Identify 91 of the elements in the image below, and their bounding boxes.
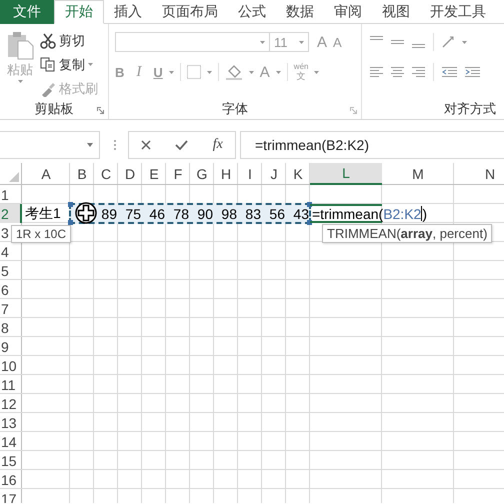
function-tooltip: TRIMMEAN(array, percent) (322, 224, 492, 243)
group-label: 字体 (222, 100, 248, 118)
caret-icon (299, 40, 304, 44)
column-header[interactable]: H (214, 163, 238, 185)
dialog-launcher-icon (97, 107, 104, 114)
column-header[interactable]: F (166, 163, 190, 185)
column-header[interactable]: G (190, 163, 214, 185)
caret-icon (248, 70, 254, 74)
caret-icon (462, 40, 467, 44)
decrease-indent-icon (442, 67, 457, 77)
column-header[interactable]: N (454, 163, 504, 185)
ribbon-tab[interactable]: 页面布局 (152, 0, 228, 24)
table-cell-text: 75 (124, 204, 142, 223)
caret-icon (260, 40, 265, 44)
check-icon[interactable] (175, 140, 188, 150)
move-cursor-icon (75, 202, 97, 224)
group-label: 剪贴板 (34, 100, 74, 118)
table-cell-text: 46 (148, 204, 166, 223)
align-right-icon (412, 67, 425, 77)
clipboard-icon (5, 30, 35, 60)
caret-icon (87, 143, 93, 147)
align-bottom-icon (412, 44, 425, 48)
row-header[interactable]: 9 (0, 337, 22, 356)
copy-button[interactable]: 复制 (40, 54, 98, 75)
file-tab[interactable]: 文件 (0, 0, 54, 24)
caret-icon (168, 70, 174, 74)
caret-icon (314, 70, 320, 74)
text-orientation-icon (442, 36, 454, 48)
font-name-field[interactable] (115, 32, 270, 52)
row-header[interactable]: 13 (0, 413, 22, 432)
column-header[interactable]: A (22, 163, 70, 185)
cancel-icon[interactable] (141, 140, 152, 150)
row-header[interactable]: 11 (0, 375, 22, 394)
row-header[interactable]: 8 (0, 318, 22, 337)
row-header[interactable]: 4 (0, 242, 22, 261)
table-cell-text: 83 (244, 204, 262, 223)
table-cell-text: 90 (196, 204, 214, 223)
caret-icon (206, 70, 212, 74)
border-icon (186, 65, 201, 79)
caret-icon (88, 63, 93, 66)
caret-icon (276, 70, 281, 74)
row-header[interactable]: 16 (0, 470, 22, 489)
ribbon-tab[interactable]: 视图 (372, 0, 420, 24)
ribbon-tab[interactable]: 公式 (228, 0, 276, 24)
column-header[interactable]: D (118, 163, 142, 185)
copy-icon (40, 56, 56, 72)
ribbon-tab[interactable]: 审阅 (324, 0, 372, 24)
row-header[interactable]: 5 (0, 261, 22, 280)
column-header[interactable]: E (142, 163, 166, 185)
insert-function-button[interactable]: fx (212, 137, 223, 153)
brush-icon (40, 80, 56, 96)
row-header[interactable]: 15 (0, 451, 22, 470)
table-cell-text: 78 (172, 204, 190, 223)
column-header[interactable]: I (238, 163, 262, 185)
select-all-icon[interactable] (9, 172, 19, 182)
row-header[interactable]: 1 (0, 185, 22, 204)
ribbon-tab[interactable]: 数据 (276, 0, 324, 24)
dialog-launcher-icon (350, 107, 357, 114)
ribbon-tab[interactable]: 开发工具 (420, 0, 496, 24)
scissors-icon (40, 32, 56, 48)
selection-size-tooltip: 1R x 10C (11, 225, 72, 243)
formula-field[interactable]: =trimmean(B2:K2) (240, 131, 504, 159)
group-label: 对齐方式 (444, 100, 496, 118)
row-header[interactable]: 10 (0, 356, 22, 375)
column-header[interactable]: K (286, 163, 310, 185)
column-header[interactable]: C (94, 163, 118, 185)
align-center-icon (391, 67, 404, 77)
column-header[interactable]: L (310, 163, 382, 185)
column-header[interactable]: B (70, 163, 94, 185)
ribbon-tab[interactable]: 开始 (54, 0, 104, 24)
row-header[interactable]: 14 (0, 432, 22, 451)
increase-indent-icon (465, 67, 480, 77)
row-header[interactable]: 2 (0, 204, 22, 223)
column-header[interactable]: M (382, 163, 454, 185)
cut-button[interactable]: 剪切 (40, 30, 98, 51)
column-header[interactable]: J (262, 163, 286, 185)
name-box[interactable] (0, 131, 100, 159)
row-header[interactable]: 6 (0, 280, 22, 299)
align-middle-icon (391, 40, 404, 44)
align-top-icon (370, 36, 383, 40)
row-header[interactable]: 7 (0, 299, 22, 318)
table-cell-text: 89 (100, 204, 118, 223)
row-header[interactable]: 12 (0, 394, 22, 413)
paint-bucket-icon (224, 64, 243, 80)
caret-icon (18, 80, 22, 83)
table-cell-text: 56 (268, 204, 286, 223)
ribbon-tab[interactable]: 插入 (104, 0, 152, 24)
table-cell-text: 考生1 (24, 204, 62, 222)
table-cell-text: 98 (220, 204, 238, 223)
table-cell-text: 43 (292, 204, 310, 223)
align-left-icon (370, 67, 383, 77)
